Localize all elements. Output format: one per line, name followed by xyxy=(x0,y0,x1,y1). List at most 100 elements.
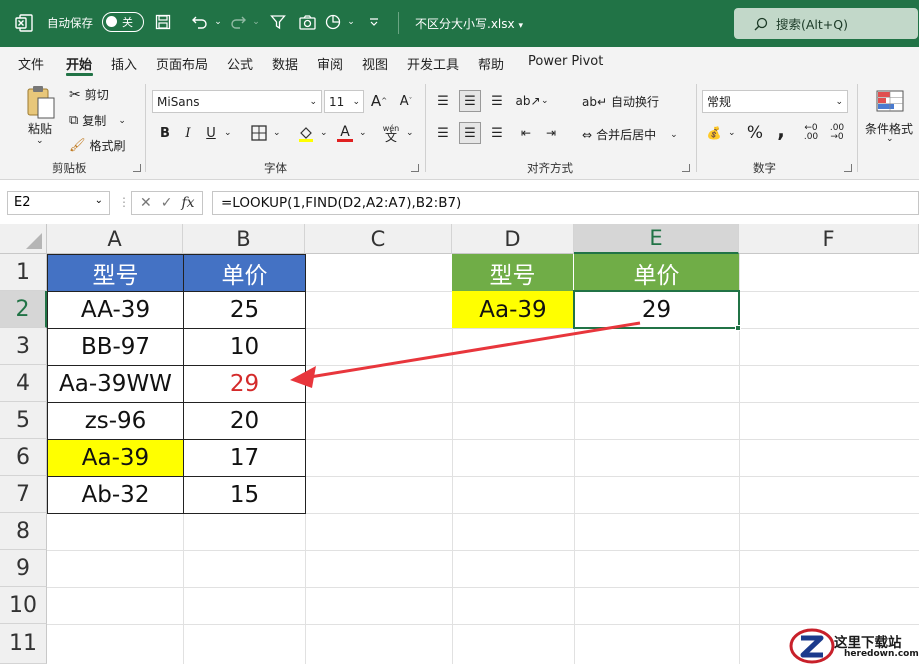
row-header-9[interactable]: 9 xyxy=(0,550,47,587)
tab-data[interactable]: 数据 xyxy=(272,54,298,73)
align-right-icon[interactable]: ☰ xyxy=(486,122,508,144)
search-box[interactable]: 搜索(Alt+Q) xyxy=(734,8,918,39)
merge-center-button[interactable]: ⇔ 合并后居中 ⌄ xyxy=(582,126,678,143)
decrease-font-icon[interactable]: Aˇ xyxy=(395,90,417,112)
row-header-10[interactable]: 10 xyxy=(0,587,47,624)
filter-icon[interactable] xyxy=(267,11,289,33)
cancel-icon[interactable]: ✕ xyxy=(140,195,152,211)
row-header-7[interactable]: 7 xyxy=(0,476,47,513)
cell-b4[interactable]: 29 xyxy=(183,365,306,403)
orientation-icon[interactable]: ab↗ xyxy=(515,90,540,112)
tab-power-pivot[interactable]: Power Pivot xyxy=(528,54,603,69)
paste-button[interactable]: 粘贴 xyxy=(28,120,52,137)
autosave-toggle[interactable]: 关 xyxy=(102,12,144,32)
name-box[interactable]: E2 ⌄ xyxy=(7,191,110,215)
align-left-icon[interactable]: ☰ xyxy=(432,122,454,144)
decrease-decimal-icon[interactable]: .00 →0 xyxy=(826,122,848,144)
worksheet-grid[interactable]: A B C D E F 1 2 3 4 5 6 7 8 9 10 11 型号 单… xyxy=(0,224,919,664)
row-header-1[interactable]: 1 xyxy=(0,254,47,291)
column-header-b[interactable]: B xyxy=(183,224,305,254)
cell-d1[interactable]: 型号 xyxy=(452,254,574,291)
insert-function-button[interactable]: fx xyxy=(181,195,194,211)
column-header-c[interactable]: C xyxy=(305,224,452,254)
underline-dropdown-icon[interactable]: ⌄ xyxy=(224,128,232,138)
cell-a1[interactable]: 型号 xyxy=(47,254,184,292)
cell-b7[interactable]: 15 xyxy=(183,476,306,514)
column-header-d[interactable]: D xyxy=(452,224,574,254)
select-all-button[interactable] xyxy=(0,224,47,254)
formula-input[interactable]: =LOOKUP(1,FIND(D2,A2:A7),B2:B7) xyxy=(212,191,919,215)
clipboard-launcher-icon[interactable] xyxy=(133,164,141,172)
tab-developer[interactable]: 开发工具 xyxy=(407,54,459,73)
tab-view[interactable]: 视图 xyxy=(362,54,388,73)
cell-b6[interactable]: 17 xyxy=(183,439,306,477)
row-header-5[interactable]: 5 xyxy=(0,402,47,439)
fill-color-icon[interactable] xyxy=(295,122,317,144)
percent-button[interactable]: % xyxy=(744,122,766,144)
cell-b2[interactable]: 25 xyxy=(183,291,306,329)
font-name-select[interactable]: MiSans ⌄ xyxy=(152,90,322,113)
fill-handle[interactable] xyxy=(735,325,741,331)
cell-a3[interactable]: BB-97 xyxy=(47,328,184,366)
row-header-8[interactable]: 8 xyxy=(0,513,47,550)
row-header-3[interactable]: 3 xyxy=(0,328,47,365)
tab-page-layout[interactable]: 页面布局 xyxy=(156,54,208,73)
row-header-6[interactable]: 6 xyxy=(0,439,47,476)
row-header-11[interactable]: 11 xyxy=(0,624,47,664)
phonetic-icon[interactable]: wén 文 xyxy=(380,122,402,144)
tab-review[interactable]: 审阅 xyxy=(317,54,343,73)
increase-indent-icon[interactable]: ⇥ xyxy=(540,122,562,144)
conditional-format-icon[interactable] xyxy=(876,90,904,112)
enter-icon[interactable]: ✓ xyxy=(161,195,173,211)
increase-decimal-icon[interactable]: ←0.00 xyxy=(800,122,822,144)
bold-button[interactable]: B xyxy=(154,122,176,144)
customize-toolbar-icon[interactable] xyxy=(363,11,385,33)
chart-dropdown-icon[interactable]: ⌄ xyxy=(340,11,362,33)
alignment-launcher-icon[interactable] xyxy=(682,164,690,172)
comma-button[interactable]: , xyxy=(770,118,792,142)
phonetic-dropdown-icon[interactable]: ⌄ xyxy=(406,128,414,138)
tab-insert[interactable]: 插入 xyxy=(111,54,137,73)
save-icon[interactable] xyxy=(152,11,174,33)
copy-button[interactable]: ⧉ 复制 ⌄ xyxy=(69,112,126,129)
file-title[interactable]: 不区分大小写.xlsx ▾ xyxy=(415,15,523,32)
tab-help[interactable]: 帮助 xyxy=(478,54,504,73)
camera-icon[interactable] xyxy=(296,11,318,33)
number-launcher-icon[interactable] xyxy=(844,164,852,172)
borders-dropdown-icon[interactable]: ⌄ xyxy=(273,128,281,138)
row-header-4[interactable]: 4 xyxy=(0,365,47,402)
underline-button[interactable]: U xyxy=(200,122,222,144)
cut-button[interactable]: ✂ 剪切 xyxy=(69,86,109,103)
tab-file[interactable]: 文件 xyxy=(18,54,44,73)
column-header-f[interactable]: F xyxy=(739,224,919,254)
decrease-indent-icon[interactable]: ⇤ xyxy=(515,122,537,144)
accounting-dropdown-icon[interactable]: ⌄ xyxy=(728,128,736,138)
cell-b1[interactable]: 单价 xyxy=(183,254,306,292)
font-color-icon[interactable]: A xyxy=(334,122,356,144)
tab-home[interactable]: 开始 xyxy=(66,54,92,73)
cell-a7[interactable]: Ab-32 xyxy=(47,476,184,514)
column-header-a[interactable]: A xyxy=(47,224,183,254)
column-header-e[interactable]: E xyxy=(574,224,739,254)
cell-a4[interactable]: Aa-39WW xyxy=(47,365,184,403)
borders-icon[interactable] xyxy=(248,122,270,144)
cell-a6[interactable]: Aa-39 xyxy=(47,439,184,477)
italic-button[interactable]: I xyxy=(177,122,199,144)
cell-d2[interactable]: Aa-39 xyxy=(452,291,574,328)
paste-icon[interactable] xyxy=(25,84,57,120)
align-middle-icon[interactable]: ☰ xyxy=(459,90,481,112)
formula-bar-grip-icon[interactable]: ⋮ xyxy=(118,195,130,209)
tab-formulas[interactable]: 公式 xyxy=(227,54,253,73)
cell-a5[interactable]: zs-96 xyxy=(47,402,184,440)
cell-e1[interactable]: 单价 xyxy=(574,254,739,291)
conditional-format-dropdown-icon[interactable]: ⌄ xyxy=(886,134,894,144)
align-bottom-icon[interactable]: ☰ xyxy=(486,90,508,112)
number-format-select[interactable]: 常规 ⌄ xyxy=(702,90,848,113)
row-header-2[interactable]: 2 xyxy=(0,291,47,328)
cell-b5[interactable]: 20 xyxy=(183,402,306,440)
font-size-select[interactable]: 11 ⌄ xyxy=(324,90,364,113)
accounting-format-icon[interactable]: 💰 xyxy=(703,122,725,144)
font-launcher-icon[interactable] xyxy=(411,164,419,172)
redo-dropdown-icon[interactable]: ⌄ xyxy=(245,11,267,33)
increase-font-icon[interactable]: A ^ xyxy=(368,90,390,112)
